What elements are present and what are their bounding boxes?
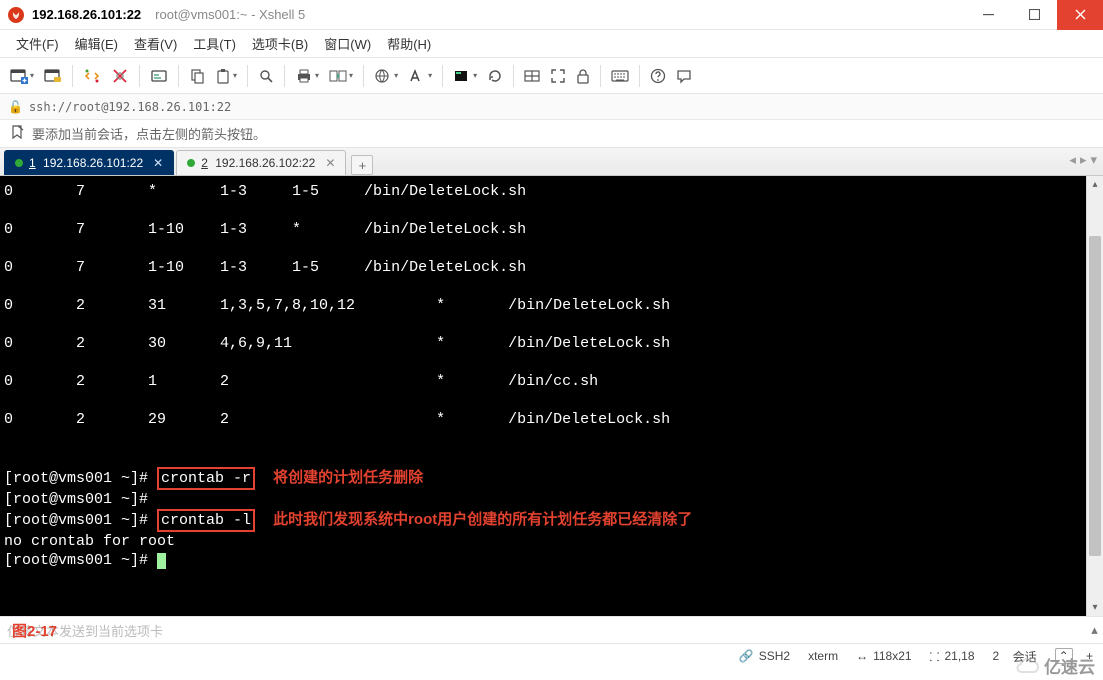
status-bar: 🔗SSH2 xterm ↔118x21 ⸬21,18 2 会话 ⌃ + — [0, 644, 1103, 668]
vertical-scrollbar[interactable]: ▴ ▾ — [1086, 176, 1103, 616]
window-title-sub: root@vms001:~ - Xshell 5 — [155, 7, 305, 22]
print-button[interactable]: ▾ — [291, 64, 323, 88]
status-dot-icon — [15, 159, 23, 167]
find-button[interactable] — [254, 64, 278, 88]
minimize-button[interactable] — [965, 0, 1011, 30]
app-icon — [7, 6, 25, 24]
scroll-down-icon[interactable]: ▾ — [1087, 599, 1103, 616]
menu-window[interactable]: 窗口(W) — [318, 30, 377, 57]
tab-nav: ◂ ▸ ▾ — [1069, 152, 1097, 168]
font-button[interactable]: ▾ — [404, 64, 436, 88]
status-size: ↔118x21 — [856, 649, 911, 663]
refresh-button[interactable] — [483, 64, 507, 88]
menu-edit[interactable]: 编辑(E) — [69, 30, 124, 57]
menu-tools[interactable]: 工具(T) — [187, 30, 242, 57]
encoding-button[interactable]: ▾ — [370, 64, 402, 88]
paste-button[interactable]: ▾ — [211, 64, 241, 88]
bookmark-icon[interactable] — [10, 125, 24, 142]
scroll-up-icon[interactable]: ▴ — [1087, 176, 1103, 193]
help-icon-button[interactable] — [646, 64, 670, 88]
address-text: ssh://root@192.168.26.101:22 — [29, 100, 231, 114]
terminal-output: 0 7 * 1-3 1-5 /bin/DeleteLock.sh 0 7 1-1… — [4, 182, 1099, 570]
status-protocol: 🔗SSH2 — [739, 649, 790, 663]
toolbar: ▾ ▾ ▾ ▾ ▾ ▾ ▾ — [0, 58, 1103, 94]
tab-session-2[interactable]: 2 192.168.26.102:22 ✕ — [176, 150, 346, 175]
chat-button[interactable] — [672, 64, 696, 88]
open-session-button[interactable] — [40, 63, 66, 89]
copy-button[interactable] — [185, 64, 209, 88]
resize-icon: ↔ — [856, 649, 868, 663]
tab-label: 192.168.26.102:22 — [215, 156, 315, 170]
tab-session-1[interactable]: 1 192.168.26.101:22 ✕ — [4, 150, 174, 175]
figure-label: 图2-17 — [12, 620, 57, 641]
close-icon[interactable]: ✕ — [153, 156, 163, 170]
lock-icon: 🔓 — [8, 100, 23, 114]
annotation-1: 将创建的计划任务删除 — [273, 469, 423, 486]
color-scheme-button[interactable]: ▾ — [449, 64, 481, 88]
send-hint-scroll-icon[interactable]: ▴ — [1086, 617, 1103, 643]
terminal-pane[interactable]: 0 7 * 1-3 1-5 /bin/DeleteLock.sh 0 7 1-1… — [0, 176, 1103, 616]
menu-file[interactable]: 文件(F) — [10, 30, 65, 57]
address-bar[interactable]: 🔓 ssh://root@192.168.26.101:22 — [0, 94, 1103, 120]
reconnect-button[interactable] — [79, 63, 105, 89]
status-dot-icon — [187, 159, 195, 167]
lock-button[interactable] — [572, 64, 594, 88]
layout-button[interactable] — [520, 64, 544, 88]
transfer-button[interactable]: ▾ — [325, 64, 357, 88]
add-tab-button[interactable]: + — [351, 155, 373, 175]
new-session-button[interactable]: ▾ — [6, 63, 38, 89]
menu-view[interactable]: 查看(V) — [128, 30, 183, 57]
annotation-2: 此时我们发现系统中root用户创建的所有计划任务都已经清除了 — [273, 511, 692, 528]
maximize-button[interactable] — [1011, 0, 1057, 30]
keyboard-button[interactable] — [607, 65, 633, 87]
cursor — [157, 553, 166, 569]
tab-nav-left-icon[interactable]: ◂ — [1069, 152, 1076, 168]
tab-nav-right-icon[interactable]: ▸ — [1080, 152, 1087, 168]
tab-nav-menu-icon[interactable]: ▾ — [1090, 152, 1097, 168]
fullscreen-button[interactable] — [546, 64, 570, 88]
tab-label: 192.168.26.101:22 — [43, 156, 143, 170]
send-input-bar[interactable]: 图2-17 仅将文本发送到当前选项卡 ▴ — [0, 616, 1103, 644]
window-title-main: 192.168.26.101:22 — [32, 7, 141, 22]
hint-text: 要添加当前会话，点击左侧的箭头按钮。 — [32, 124, 266, 143]
close-button[interactable] — [1057, 0, 1103, 30]
highlighted-command-2: crontab -l — [157, 509, 255, 532]
properties-button[interactable] — [146, 63, 172, 89]
position-icon: ⸬ — [930, 648, 940, 665]
watermark: 亿速云 — [1012, 653, 1095, 678]
tab-bar: 1 192.168.26.101:22 ✕ 2 192.168.26.102:2… — [0, 148, 1103, 176]
disconnect-button[interactable] — [107, 63, 133, 89]
close-icon[interactable]: ✕ — [325, 156, 335, 170]
hint-bar: 要添加当前会话，点击左侧的箭头按钮。 — [0, 120, 1103, 148]
status-term: xterm — [808, 649, 838, 663]
menu-help[interactable]: 帮助(H) — [381, 30, 437, 57]
titlebar: 192.168.26.101:22 root@vms001:~ - Xshell… — [0, 0, 1103, 30]
link-icon: 🔗 — [739, 649, 754, 663]
menu-tabs[interactable]: 选项卡(B) — [246, 30, 314, 57]
highlighted-command-1: crontab -r — [157, 467, 255, 490]
status-pos: ⸬21,18 — [930, 648, 975, 665]
menubar: 文件(F) 编辑(E) 查看(V) 工具(T) 选项卡(B) 窗口(W) 帮助(… — [0, 30, 1103, 58]
scroll-thumb[interactable] — [1089, 236, 1101, 556]
